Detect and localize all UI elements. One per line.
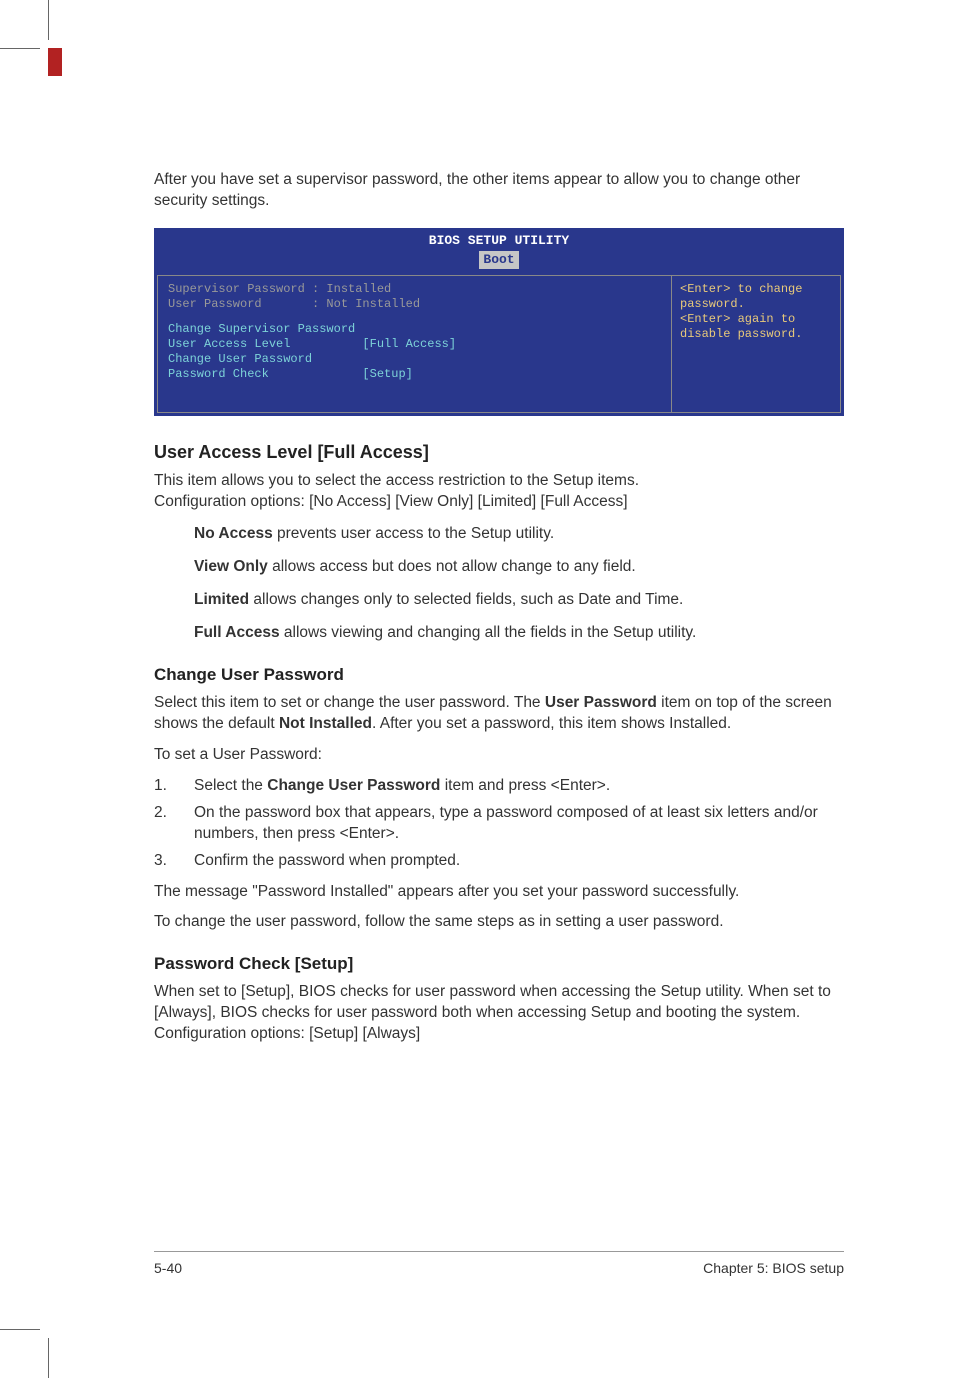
- cup-desc-seg1: Select this item to set or change the us…: [154, 694, 545, 711]
- cup-step-2: 2. On the password box that appears, typ…: [154, 803, 844, 845]
- cup-step-1: 1. Select the Change User Password item …: [154, 776, 844, 797]
- cup-desc-seg3: . After you set a password, this item sh…: [372, 715, 731, 732]
- side-red-tab: [48, 48, 62, 76]
- ual-limited-label: Limited: [194, 591, 249, 608]
- heading-change-user-password: Change User Password: [154, 664, 844, 687]
- bios-title: BIOS SETUP UTILITY: [155, 229, 843, 250]
- page-footer: 5-40 Chapter 5: BIOS setup: [154, 1251, 844, 1276]
- ual-full-access: Full Access allows viewing and changing …: [194, 623, 844, 644]
- bios-user-status: User Password : Not Installed: [168, 297, 661, 312]
- bios-screenshot-panel: BIOS SETUP UTILITY Boot Supervisor Passw…: [154, 228, 844, 416]
- ual-full-access-label: Full Access: [194, 624, 280, 641]
- cup-desc-bold2: Not Installed: [279, 715, 372, 732]
- ual-desc-1: This item allows you to select the acces…: [154, 471, 844, 492]
- ual-limited: Limited allows changes only to selected …: [194, 590, 844, 611]
- cup-step1-seg2: item and press <Enter>.: [440, 777, 610, 794]
- ual-limited-text: allows changes only to selected fields, …: [249, 591, 683, 608]
- bios-user-access-level: User Access Level [Full Access]: [168, 337, 661, 352]
- bios-tab-row: Boot: [155, 249, 843, 273]
- bios-password-check: Password Check [Setup]: [168, 367, 661, 382]
- chapter-title: Chapter 5: BIOS setup: [703, 1260, 844, 1276]
- intro-paragraph: After you have set a supervisor password…: [154, 170, 844, 212]
- step-number-1: 1.: [154, 776, 194, 797]
- ual-no-access-text: prevents user access to the Setup utilit…: [273, 525, 554, 542]
- bios-change-user: Change User Password: [168, 352, 661, 367]
- cup-step1-seg1: Select the: [194, 777, 267, 794]
- cup-desc-bold1: User Password: [545, 694, 657, 711]
- bios-change-supervisor: Change Supervisor Password: [168, 322, 661, 337]
- ual-desc-2: Configuration options: [No Access] [View…: [154, 492, 844, 513]
- ual-view-only-label: View Only: [194, 558, 268, 575]
- cup-success-msg: The message "Password Installed" appears…: [154, 882, 844, 903]
- page-number: 5-40: [154, 1260, 182, 1276]
- ual-options-block: No Access prevents user access to the Se…: [154, 524, 844, 644]
- ual-view-only: View Only allows access but does not all…: [194, 557, 844, 578]
- bios-supervisor-status: Supervisor Password : Installed: [168, 282, 661, 297]
- cup-steps: 1. Select the Change User Password item …: [154, 776, 844, 872]
- cup-toset: To set a User Password:: [154, 745, 844, 766]
- bios-help-pane: <Enter> to change password. <Enter> agai…: [671, 275, 841, 413]
- ual-full-access-text: allows viewing and changing all the fiel…: [280, 624, 697, 641]
- cup-step2-text: On the password box that appears, type a…: [194, 803, 844, 845]
- cup-desc: Select this item to set or change the us…: [154, 693, 844, 735]
- cup-change-note: To change the user password, follow the …: [154, 912, 844, 933]
- ual-no-access: No Access prevents user access to the Se…: [194, 524, 844, 545]
- heading-user-access-level: User Access Level [Full Access]: [154, 440, 844, 464]
- bios-help-text: <Enter> to change password. <Enter> agai…: [680, 282, 832, 342]
- cup-step1-bold: Change User Password: [267, 777, 440, 794]
- bios-active-tab: Boot: [479, 251, 518, 269]
- cup-step-3: 3. Confirm the password when prompted.: [154, 851, 844, 872]
- cup-step3-text: Confirm the password when prompted.: [194, 851, 844, 872]
- heading-password-check: Password Check [Setup]: [154, 953, 844, 976]
- step-number-2: 2.: [154, 803, 194, 845]
- ual-no-access-label: No Access: [194, 525, 273, 542]
- step-number-3: 3.: [154, 851, 194, 872]
- page-content: After you have set a supervisor password…: [0, 0, 954, 1155]
- bios-options-pane: Supervisor Password : Installed User Pas…: [157, 275, 671, 413]
- ual-view-only-text: allows access but does not allow change …: [268, 558, 636, 575]
- pwc-desc: When set to [Setup], BIOS checks for use…: [154, 982, 844, 1045]
